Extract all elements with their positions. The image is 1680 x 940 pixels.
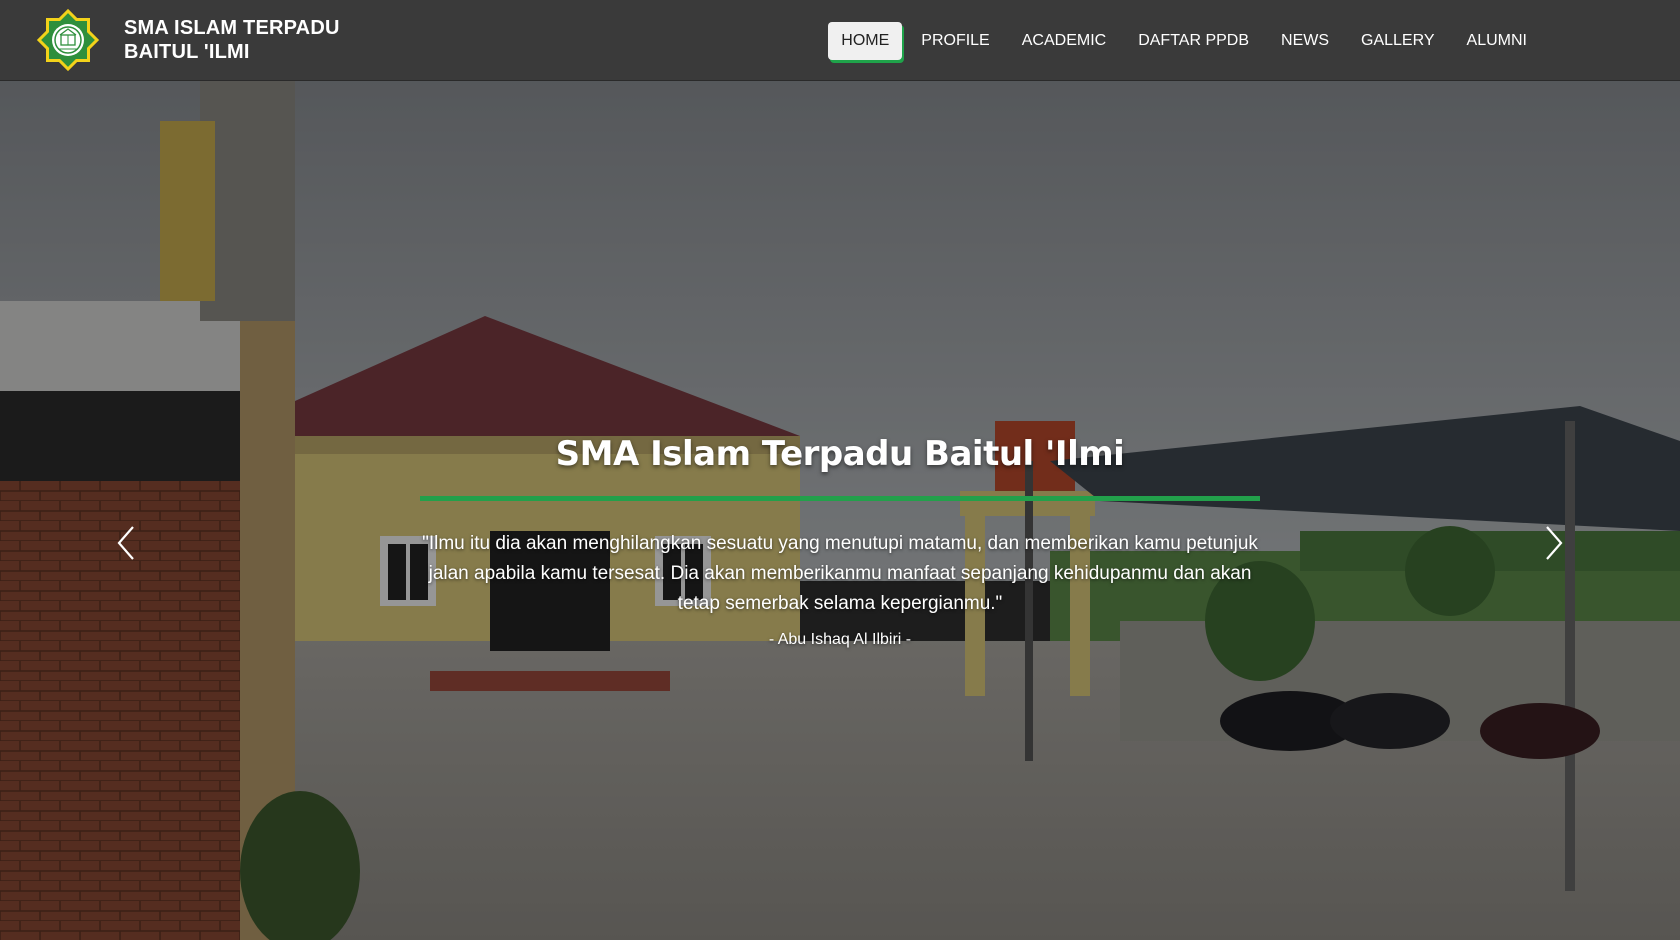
nav-item-alumni[interactable]: ALUMNI: [1454, 22, 1540, 60]
brand-name: SMA ISLAM TERPADU BAITUL 'ILMI: [124, 16, 340, 64]
hero-caption: SMA Islam Terpadu Baitul 'Ilmi "Ilmu itu…: [420, 433, 1260, 649]
chevron-right-icon: [1546, 526, 1563, 560]
main-nav: HOME PROFILE ACADEMIC DAFTAR PPDB NEWS G…: [822, 0, 1540, 81]
quote-author: - Abu Ishaq Al Ilbiri -: [768, 631, 912, 648]
nav-item-gallery[interactable]: GALLERY: [1348, 22, 1448, 60]
nav-item-profile[interactable]: PROFILE: [908, 22, 1002, 60]
nav-item-home[interactable]: HOME: [828, 21, 903, 60]
school-emblem-icon: [36, 8, 100, 72]
carousel-prev-button[interactable]: [106, 523, 146, 563]
nav-item-academic[interactable]: ACADEMIC: [1009, 22, 1119, 60]
hero-carousel: SMA Islam Terpadu Baitul 'Ilmi "Ilmu itu…: [0, 81, 1680, 940]
hero-quote: "Ilmu itu dia akan menghilangkan sesuatu…: [422, 533, 1258, 614]
brand-name-line1: SMA ISLAM TERPADU: [124, 17, 340, 39]
chevron-left-icon: [117, 526, 134, 560]
nav-item-news[interactable]: NEWS: [1268, 22, 1342, 60]
hero-title: SMA Islam Terpadu Baitul 'Ilmi: [555, 434, 1125, 474]
brand-name-line2: BAITUL 'ILMI: [124, 41, 250, 63]
top-navbar: SMA ISLAM TERPADU BAITUL 'ILMI HOME PROF…: [0, 0, 1680, 81]
nav-item-daftar-ppdb[interactable]: DAFTAR PPDB: [1125, 22, 1262, 60]
brand[interactable]: SMA ISLAM TERPADU BAITUL 'ILMI: [36, 8, 340, 72]
carousel-next-button[interactable]: [1534, 523, 1574, 563]
title-divider: [420, 496, 1260, 501]
